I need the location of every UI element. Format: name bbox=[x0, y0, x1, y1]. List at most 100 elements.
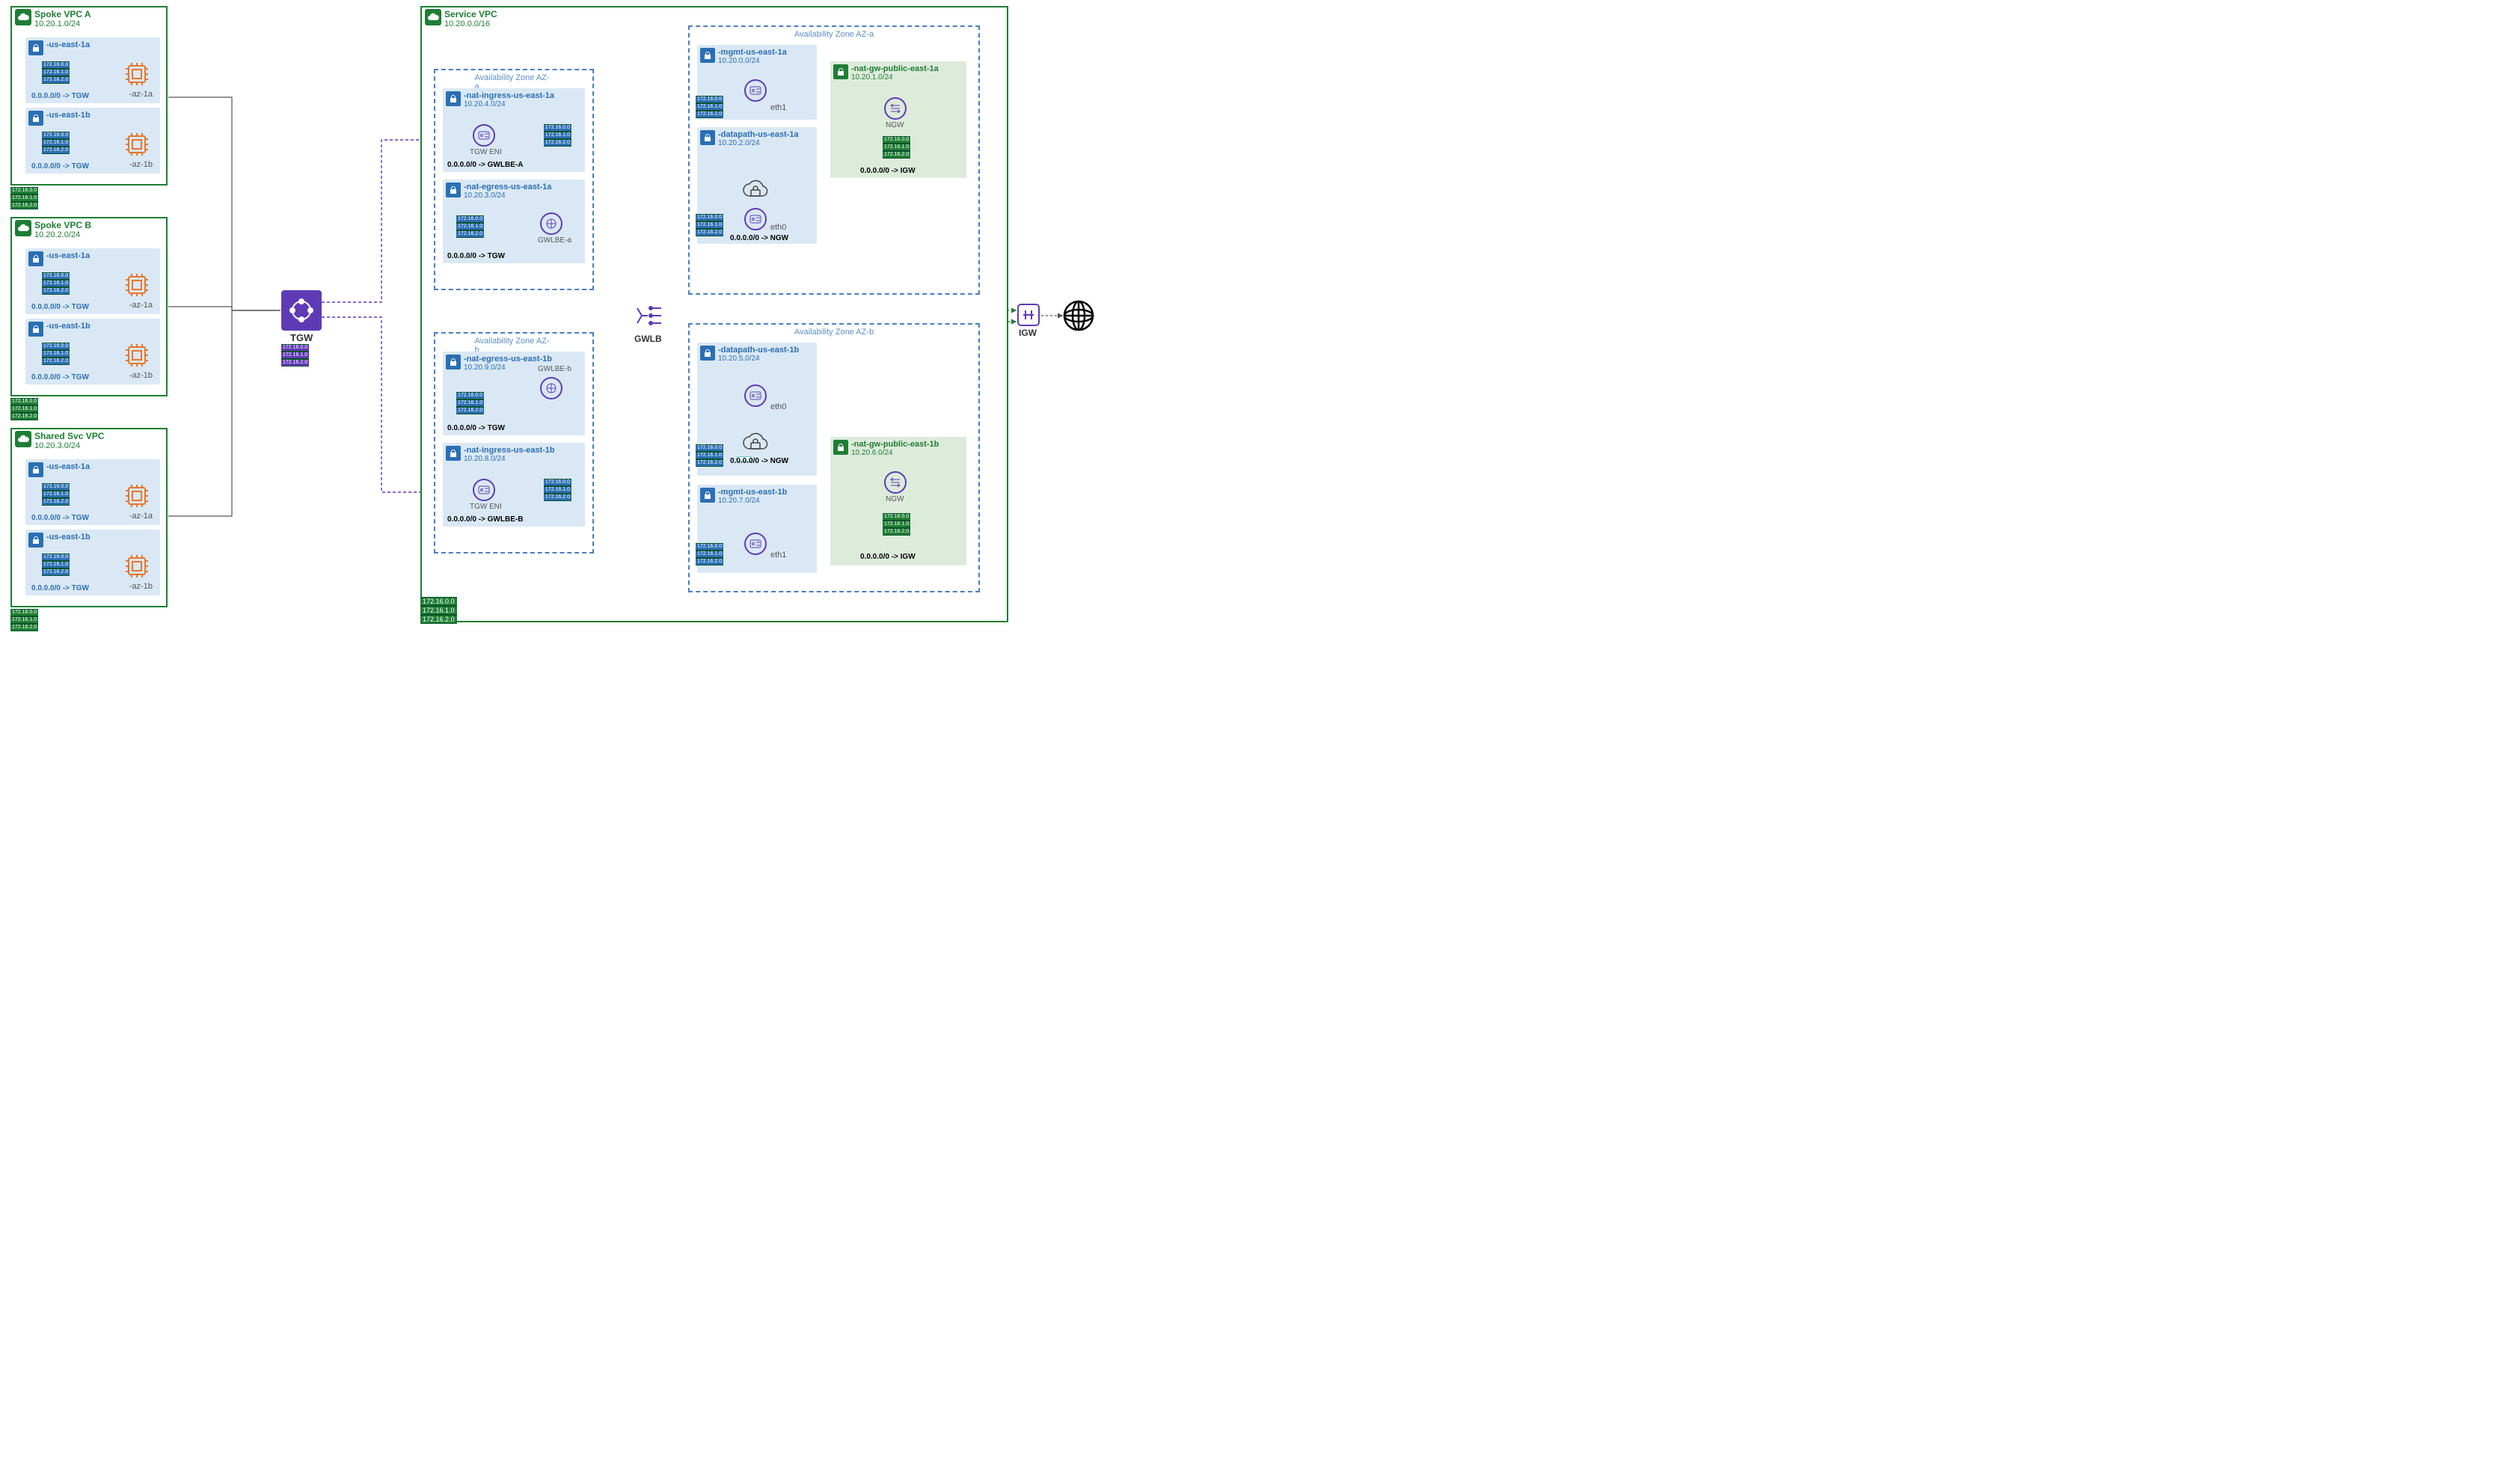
spoke-vpc-b: Spoke VPC B10.20.2.0/24 -us-east-1a 172.… bbox=[10, 217, 168, 396]
subnet-cidr: 10.20.7.0/24 bbox=[718, 497, 760, 505]
compute-icon bbox=[123, 271, 151, 299]
lock-icon bbox=[700, 130, 715, 145]
chip-label: -az-1a bbox=[129, 512, 153, 521]
subnet-a2: -us-east-1b 172.16.0.0172.16.1.0172.16.2… bbox=[25, 108, 160, 174]
default-route: 0.0.0.0/0 -> IGW bbox=[860, 553, 916, 561]
nat-ingress-a: -nat-ingress-us-east-1a 10.20.4.0/24 TGW… bbox=[443, 88, 585, 172]
lock-icon bbox=[446, 183, 461, 197]
cloud-icon bbox=[15, 220, 31, 236]
eth-label: eth1 bbox=[770, 103, 786, 112]
lock-icon bbox=[446, 446, 461, 461]
route-table: 172.16.0.0172.16.1.0172.16.2.0 bbox=[883, 136, 910, 159]
subnet-name: -datapath-us-east-1a bbox=[718, 130, 799, 139]
subnet-b1: -us-east-1a 172.16.0.0172.16.1.0172.16.2… bbox=[25, 248, 160, 314]
tgw-icon bbox=[281, 290, 322, 331]
subnet-name: -nat-egress-us-east-1a bbox=[464, 183, 551, 191]
vpc-cidr: 10.20.1.0/24 bbox=[34, 19, 91, 28]
lock-icon bbox=[28, 111, 43, 126]
subnet-cidr: 10.20.3.0/24 bbox=[464, 191, 506, 200]
vpc-title: Service VPC bbox=[444, 9, 497, 19]
chip-label: -az-1a bbox=[129, 301, 153, 310]
subnet-name: -mgmt-us-east-1b bbox=[718, 488, 787, 497]
default-route: 0.0.0.0/0 -> NGW bbox=[730, 457, 788, 465]
route-table: 172.16.0.0172.16.1.0172.16.2.0 bbox=[42, 554, 70, 576]
subnet-name: -us-east-1b bbox=[46, 322, 91, 331]
subnet-b2: -us-east-1b 172.16.0.0172.16.1.0172.16.2… bbox=[25, 319, 160, 384]
route-table: 172.16.0.0172.16.1.0172.16.2.0 bbox=[544, 479, 571, 501]
subnet-cidr: 10.20.6.0/24 bbox=[851, 449, 893, 457]
default-route: 0.0.0.0/0 -> TGW bbox=[31, 303, 89, 311]
route-table: 172.16.0.0172.16.1.0172.16.2.0 bbox=[456, 215, 484, 238]
eni-icon bbox=[744, 384, 767, 407]
lock-icon bbox=[28, 322, 43, 337]
lock-icon bbox=[833, 440, 848, 455]
shared-svc-vpc: Shared Svc VPC10.20.3.0/24 -us-east-1a 1… bbox=[10, 428, 168, 607]
subnet-name: -nat-gw-public-east-1a bbox=[851, 64, 939, 73]
subnet-cidr: 10.20.1.0/24 bbox=[851, 73, 893, 82]
compute-icon bbox=[123, 482, 151, 510]
datapath-a: -datapath-us-east-1a 10.20.2.0/24 eth0 1… bbox=[697, 127, 817, 244]
chip-label: -az-1a bbox=[129, 90, 153, 99]
route-table: 172.16.0.0172.16.1.0172.16.2.0 bbox=[456, 392, 484, 414]
subnet-a1: -us-east-1a 172.16.0.0172.16.1.0172.16.2… bbox=[25, 37, 160, 103]
lock-icon bbox=[700, 488, 715, 503]
ngw-icon bbox=[884, 471, 907, 494]
gwlbe-icon bbox=[540, 212, 562, 235]
nat-egress-b: -nat-egress-us-east-1b 10.20.9.0/24 GWLB… bbox=[443, 352, 585, 435]
default-route: 0.0.0.0/0 -> NGW bbox=[730, 234, 788, 242]
eth-label: eth1 bbox=[770, 551, 786, 559]
route-table: 172.16.0.0172.16.1.0172.16.2.0 bbox=[696, 543, 723, 565]
tgw-rt: 172.16.0.0172.16.1.0172.16.2.0 bbox=[281, 344, 309, 367]
subnet-name: -datapath-us-east-1b bbox=[718, 346, 799, 355]
compute-icon bbox=[123, 341, 151, 370]
default-route: 0.0.0.0/0 -> GWLBE-A bbox=[447, 161, 523, 169]
gwlb-icon bbox=[633, 299, 666, 332]
vpc-cidr: 10.20.2.0/24 bbox=[34, 230, 91, 239]
subnet-s1: -us-east-1a 172.16.0.0172.16.1.0172.16.2… bbox=[25, 459, 160, 525]
az-label: Availability Zone AZ-a bbox=[794, 30, 874, 39]
firewall-icon bbox=[741, 432, 770, 455]
default-route: 0.0.0.0/0 -> TGW bbox=[31, 584, 89, 592]
eth-label: eth0 bbox=[770, 223, 786, 232]
mgmt-a: -mgmt-us-east-1a 10.20.0.0/24 eth1 172.1… bbox=[697, 45, 817, 120]
subnet-cidr: 10.20.0.0/24 bbox=[718, 57, 760, 65]
subnet-name: -nat-ingress-us-east-1b bbox=[464, 446, 555, 455]
default-route: 0.0.0.0/0 -> TGW bbox=[31, 514, 89, 522]
lock-icon bbox=[833, 64, 848, 79]
compute-icon bbox=[123, 552, 151, 580]
route-table: 172.16.0.0172.16.1.0172.16.2.0 bbox=[696, 444, 723, 467]
lock-icon bbox=[446, 355, 461, 370]
igw-icon bbox=[1017, 304, 1040, 326]
vpc-cidr: 10.20.3.0/24 bbox=[34, 441, 104, 450]
subnet-name: -nat-ingress-us-east-1a bbox=[464, 91, 554, 100]
default-route: 0.0.0.0/0 -> TGW bbox=[447, 424, 505, 432]
default-route: 0.0.0.0/0 -> TGW bbox=[31, 162, 89, 171]
route-table: 172.16.0.0172.16.1.0172.16.2.0 bbox=[696, 214, 723, 236]
eni-icon bbox=[473, 124, 495, 147]
ngw-icon bbox=[884, 97, 907, 120]
nat-pub-b: -nat-gw-public-east-1b 10.20.6.0/24 NGW … bbox=[830, 437, 966, 565]
gwlbe-label: GWLBE-b bbox=[538, 365, 571, 373]
default-route: 0.0.0.0/0 -> IGW bbox=[860, 167, 916, 175]
eni-icon bbox=[744, 208, 767, 230]
gwlbe-label: GWLBE-a bbox=[538, 236, 571, 245]
route-table: 172.16.0.0172.16.1.0172.16.2.0 bbox=[42, 132, 70, 154]
az-label: Availability Zone AZ-b bbox=[794, 328, 874, 337]
subnet-cidr: 10.20.8.0/24 bbox=[464, 455, 506, 463]
vpc-cidr: 10.20.0.0/16 bbox=[444, 19, 497, 28]
eni-icon bbox=[744, 79, 767, 102]
lock-icon bbox=[28, 533, 43, 548]
default-route: 0.0.0.0/0 -> GWLBE-B bbox=[447, 515, 523, 524]
default-route: 0.0.0.0/0 -> TGW bbox=[447, 252, 505, 260]
lock-icon bbox=[28, 462, 43, 477]
eth-label: eth0 bbox=[770, 402, 786, 411]
vpc-rt-b: 172.16.0.0172.16.1.0172.16.2.0 bbox=[10, 398, 38, 420]
subnet-name: -us-east-1a bbox=[46, 40, 90, 49]
route-table: 172.16.0.0172.16.1.0172.16.2.0 bbox=[544, 124, 571, 147]
default-route: 0.0.0.0/0 -> TGW bbox=[31, 373, 89, 381]
eni-label: TGW ENI bbox=[470, 148, 502, 156]
route-table: 172.16.0.0172.16.1.0172.16.2.0 bbox=[42, 483, 70, 506]
gwlbe-icon bbox=[540, 377, 562, 399]
vpc-rt-a: 172.16.0.0172.16.1.0172.16.2.0 bbox=[10, 187, 38, 209]
chip-label: -az-1b bbox=[129, 371, 153, 380]
